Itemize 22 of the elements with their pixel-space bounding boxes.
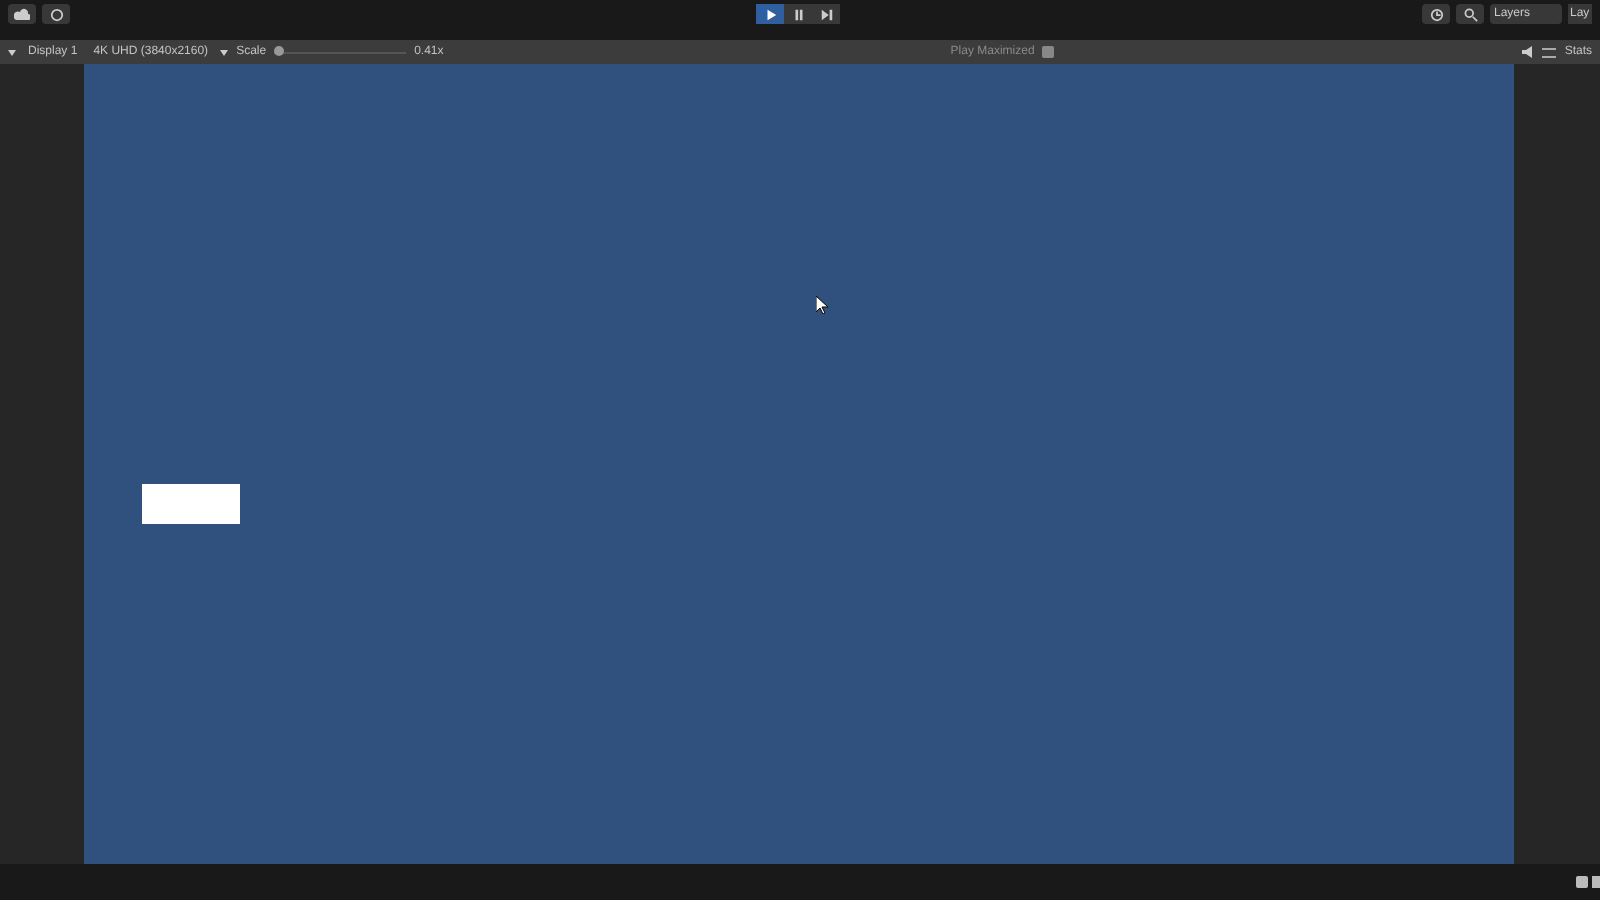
cloud-button[interactable] bbox=[8, 4, 36, 24]
scale-slider[interactable] bbox=[274, 46, 407, 58]
list-icon[interactable] bbox=[1542, 47, 1557, 57]
slider-thumb[interactable] bbox=[274, 46, 285, 56]
history-button[interactable] bbox=[1422, 4, 1450, 24]
clock-icon bbox=[1429, 7, 1443, 21]
account-button[interactable] bbox=[42, 4, 70, 24]
search-icon bbox=[1463, 7, 1477, 21]
circle-icon bbox=[49, 7, 63, 21]
caret-icon bbox=[8, 49, 16, 55]
pause-button[interactable] bbox=[784, 4, 812, 24]
speaker-icon[interactable] bbox=[1522, 46, 1535, 58]
play-button[interactable] bbox=[756, 4, 784, 24]
step-icon bbox=[819, 7, 833, 21]
pause-icon bbox=[791, 7, 805, 21]
play-icon bbox=[763, 7, 777, 21]
cloud-icon bbox=[14, 8, 30, 20]
ui-panel bbox=[142, 484, 240, 524]
cursor-icon bbox=[816, 296, 828, 314]
caret-icon bbox=[220, 49, 229, 55]
step-button[interactable] bbox=[812, 4, 840, 24]
search-button[interactable] bbox=[1456, 4, 1484, 24]
